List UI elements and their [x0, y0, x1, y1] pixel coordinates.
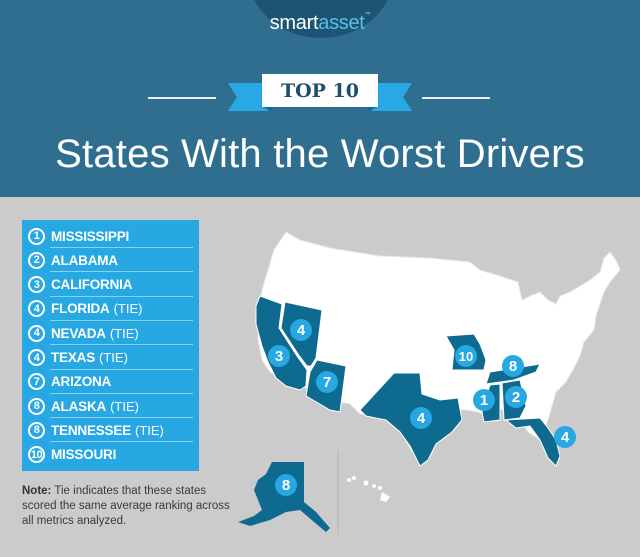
ranking-row: 8 TENNESSEE (TIE) — [28, 418, 193, 443]
map-rank-badge-california: 3 — [268, 345, 290, 367]
ranking-row: 2 ALABAMA — [28, 248, 193, 273]
tie-label: (TIE) — [134, 422, 164, 438]
badge-number: 1 — [480, 392, 488, 409]
state-name: ARIZONA — [51, 374, 112, 390]
ranking-row: 10 MISSOURI — [28, 443, 193, 467]
badge-number: 7 — [323, 374, 331, 391]
state-name: MISSISSIPPI — [51, 228, 130, 244]
ranking-row: 1 MISSISSIPPI — [28, 224, 193, 248]
state-name: ALASKA — [51, 398, 107, 414]
rank-badge: 7 — [28, 373, 45, 391]
note-label: Note: — [22, 485, 52, 497]
rank-badge: 8 — [28, 397, 45, 415]
ranking-row: 3 CALIFORNIA — [28, 273, 193, 297]
tie-label: (TIE) — [113, 301, 143, 317]
note-text: Tie indicates that these states scored t… — [22, 485, 230, 527]
state-name: NEVADA — [51, 325, 106, 341]
state-name: TEXAS — [51, 350, 96, 365]
tie-label: (TIE) — [110, 398, 139, 414]
rank-badge: 8 — [28, 421, 45, 439]
rank-badge: 4 — [28, 300, 45, 318]
state-florida — [504, 417, 561, 467]
tie-label: (TIE) — [109, 325, 139, 341]
badge-number: 4 — [297, 322, 306, 339]
tie-label: (TIE) — [99, 350, 128, 365]
badge-number: 4 — [561, 429, 570, 446]
map-rank-badge-mississippi: 1 — [473, 389, 495, 411]
ranking-row: 4 FLORIDA (TIE) — [28, 297, 193, 321]
state-name: ALABAMA — [51, 252, 118, 268]
badge-number: 8 — [509, 358, 517, 375]
map-rank-badge-alabama: 2 — [505, 386, 527, 408]
map-rank-badge-nevada: 4 — [290, 319, 312, 341]
rankings-list: 1 MISSISSIPPI 2 ALABAMA 3 CALIFORNIA 4 FLORIDA(… — [22, 220, 199, 471]
ranking-row: 8 ALASKA (TIE) — [28, 394, 193, 419]
state-name: MISSOURI — [51, 447, 117, 463]
map-rank-badge-tennessee: 8 — [502, 355, 524, 377]
map-rank-badge-arizona: 7 — [316, 371, 338, 393]
badge-number: 2 — [512, 389, 520, 406]
state-name: CALIFORNIA — [51, 277, 133, 293]
map-rank-badge-florida: 4 — [554, 426, 576, 448]
rank-badge: 3 — [28, 276, 45, 294]
state-alaska — [238, 462, 330, 532]
badge-number: 10 — [459, 349, 473, 364]
ranking-row: 4 TEXAS (TIE) — [28, 346, 193, 370]
rank-badge: 10 — [28, 446, 45, 464]
map-rank-badge-missouri: 10 — [455, 345, 477, 367]
footnote: Note: Tie indicates that these states sc… — [22, 484, 237, 529]
ranking-row: 4 NEVADA (TIE) — [28, 321, 193, 346]
state-hawaii — [347, 476, 390, 502]
state-name: TENNESSEE — [51, 422, 131, 438]
map-rank-badge-texas: 4 — [410, 407, 432, 429]
map-rank-badge-alaska: 8 — [275, 474, 297, 496]
badge-number: 8 — [282, 477, 290, 494]
rank-badge: 4 — [28, 324, 45, 342]
rank-badge: 1 — [28, 227, 45, 245]
badge-number: 3 — [275, 348, 283, 365]
rank-badge: 4 — [28, 349, 45, 366]
badge-number: 4 — [417, 410, 426, 427]
ranking-row: 7 ARIZONA — [28, 370, 193, 394]
rank-badge: 2 — [28, 251, 45, 269]
state-name: FLORIDA — [51, 301, 110, 317]
